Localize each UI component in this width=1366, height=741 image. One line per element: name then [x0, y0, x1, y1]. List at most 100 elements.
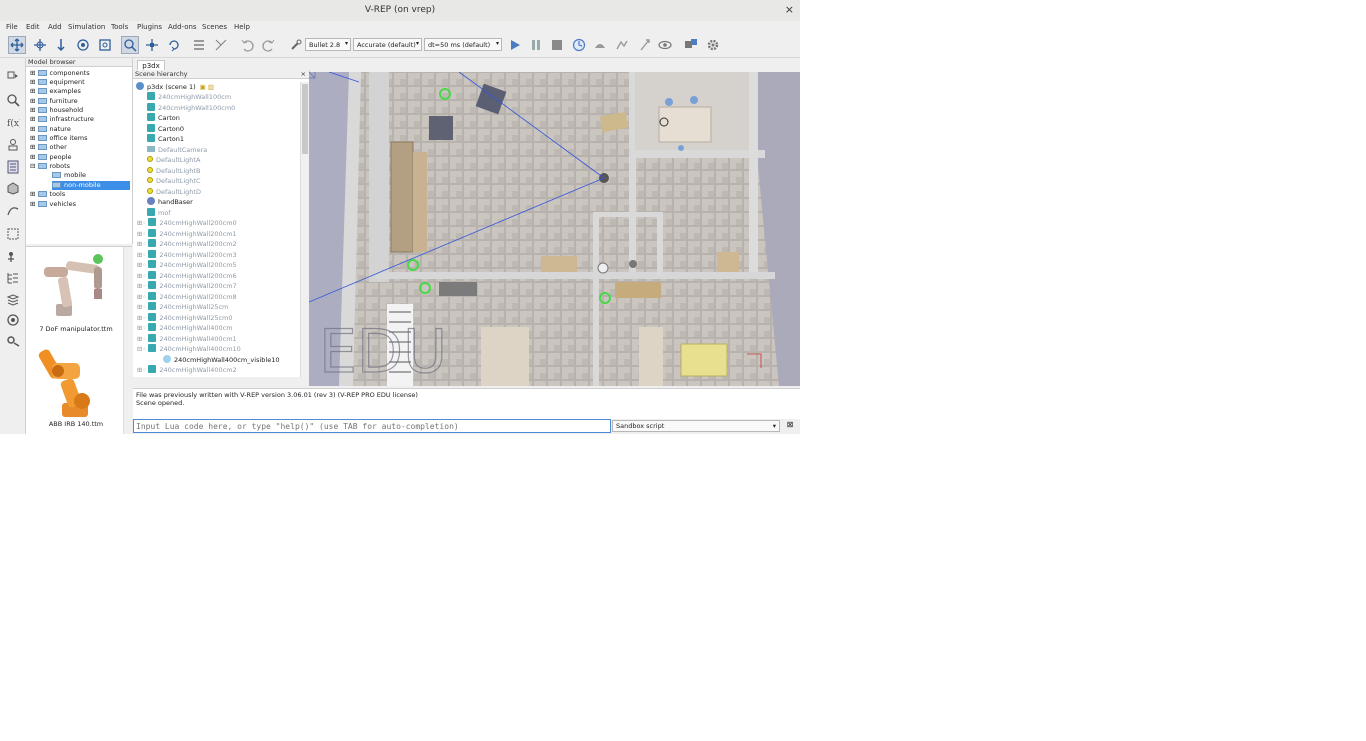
tree-item-tools[interactable]: ⊞ tools — [30, 190, 65, 199]
hierarchy-item[interactable]: Carton1 — [147, 134, 184, 144]
tree-item-household[interactable]: ⊞ household — [30, 106, 83, 115]
path-edit-icon[interactable] — [4, 201, 22, 219]
tree-item-equipment[interactable]: ⊞ equipment — [30, 78, 85, 87]
tree-item-nature[interactable]: ⊞ nature — [30, 125, 71, 134]
hierarchy-item[interactable]: ⊞◦ 240cmHighWall200cm1 — [137, 228, 237, 239]
tree-expander-icon[interactable]: ⊞ — [30, 115, 38, 123]
tree-expander-icon[interactable]: ⊞ — [30, 200, 38, 208]
tree-expander-icon[interactable]: ⊞◦ — [137, 335, 148, 343]
hierarchy-item[interactable]: DefaultLightC — [147, 176, 201, 186]
tree-item-vehicles[interactable]: ⊞ vehicles — [30, 200, 76, 209]
tree-expander-icon[interactable]: ⊞◦ — [137, 272, 148, 280]
thumbnail-scrollbar[interactable] — [123, 247, 132, 434]
hierarchy-item[interactable]: ⊞◦ 240cmHighWall400cm1 — [137, 333, 237, 344]
hierarchy-scroll-thumb[interactable] — [302, 84, 308, 154]
tree-expander-icon[interactable]: ⊟ — [30, 162, 38, 170]
hierarchy-item[interactable]: ⊞◦ 240cmHighWall25cm — [137, 302, 228, 312]
calculation-modules-icon[interactable]: f(x) — [4, 113, 22, 131]
play-icon[interactable] — [506, 36, 524, 54]
tree-expander-icon[interactable]: ⊞◦ — [137, 303, 148, 311]
zoom-magnifier-icon[interactable] — [4, 91, 22, 109]
scene-viewport[interactable]: EDU — [309, 72, 800, 386]
hierarchy-item[interactable]: 240cmHighWall100cm — [147, 92, 231, 102]
slow-down-icon[interactable] — [591, 36, 609, 54]
assembly-icon[interactable] — [190, 36, 208, 54]
hierarchy-item[interactable]: ⊞◦ 240cmHighWall200cm3 — [137, 249, 237, 260]
tree-expander-icon[interactable]: ⊞◦ — [137, 230, 148, 238]
shape-edit-icon[interactable] — [4, 179, 22, 197]
accuracy-select[interactable]: Accurate (default) ▾ — [353, 38, 422, 51]
model-browser-toggle-icon[interactable] — [4, 248, 22, 266]
tree-expander-icon[interactable]: ⊞◦ — [137, 240, 148, 248]
speed-up-icon[interactable] — [613, 36, 631, 54]
scene-root[interactable]: p3dx (scene 1) ▣ ▥ — [136, 82, 214, 92]
hierarchy-item[interactable]: 240cmHighWall100cm0 — [147, 102, 235, 113]
hierarchy-item[interactable]: Carton — [147, 113, 180, 123]
realtime-clock-icon[interactable] — [570, 36, 588, 54]
hierarchy-item[interactable]: ⊞◦ 240cmHighWall200cm8 — [137, 291, 237, 302]
tree-expander-icon[interactable]: ⊞◦ — [137, 282, 148, 290]
tree-item-furniture[interactable]: ⊞ furniture — [30, 97, 78, 106]
menu-scenes[interactable]: Scenes — [202, 23, 227, 31]
undo-icon[interactable] — [238, 36, 256, 54]
tree-item-office-items[interactable]: ⊞ office items — [30, 134, 88, 143]
layers-icon[interactable] — [4, 290, 22, 308]
hierarchy-item[interactable]: DefaultLightB — [147, 166, 200, 176]
hierarchy-scrollbar[interactable] — [300, 82, 309, 377]
engine-wrench-icon[interactable] — [287, 36, 305, 54]
model-thumbnail-7dof[interactable] — [36, 249, 116, 327]
camera-angle-icon[interactable] — [74, 36, 92, 54]
fit-to-view-icon[interactable] — [96, 36, 114, 54]
hierarchy-item[interactable]: Carton0 — [147, 123, 184, 134]
tree-expander-icon[interactable]: ⊞ — [30, 134, 38, 142]
tree-item-people[interactable]: ⊞ people — [30, 153, 72, 162]
tree-item-examples[interactable]: ⊞ examples — [30, 87, 81, 96]
scene-hierarchy-toggle-icon[interactable] — [4, 269, 22, 287]
click-select-icon[interactable] — [121, 36, 139, 54]
tree-expander-icon[interactable]: ⊞ — [30, 87, 38, 95]
menu-plugins[interactable]: Plugins — [137, 23, 162, 31]
thread-rendering-icon[interactable] — [636, 36, 654, 54]
hierarchy-item[interactable]: ⊞◦ 240cmHighWall25cm0 — [137, 312, 233, 323]
simulation-settings-icon[interactable] — [4, 66, 22, 84]
object-shift-icon[interactable] — [143, 36, 161, 54]
visualization-eye-icon[interactable] — [656, 36, 674, 54]
model-thumbnail-abb-irb140[interactable] — [34, 343, 114, 421]
physics-engine-select[interactable]: Bullet 2.8 ▾ — [305, 38, 351, 51]
tree-expander-icon[interactable]: ⊞◦ — [137, 219, 148, 227]
redo-icon[interactable] — [260, 36, 278, 54]
video-recorder-icon[interactable] — [4, 311, 22, 329]
tree-item-infrastructure[interactable]: ⊞ infrastructure — [30, 115, 94, 124]
tree-expander-icon[interactable]: ⊞ — [30, 153, 38, 161]
menu-tools[interactable]: Tools — [111, 23, 128, 31]
tree-expander-icon[interactable]: ⊞ — [30, 106, 38, 114]
stop-icon[interactable] — [548, 36, 566, 54]
tree-expander-icon[interactable]: ⊞◦ — [137, 251, 148, 259]
hierarchy-item[interactable]: DefaultLightD — [147, 187, 201, 197]
scene-objects-icon[interactable] — [682, 36, 700, 54]
hierarchy-item[interactable]: ⊟◦ 240cmHighWall400cm10 — [137, 344, 241, 354]
hierarchy-item[interactable]: mof — [147, 207, 171, 218]
object-rotate-icon[interactable] — [165, 36, 183, 54]
hierarchy-item[interactable]: DefaultLightA — [147, 155, 200, 165]
tree-expander-icon[interactable]: ⊞ — [30, 78, 38, 86]
selection-icon[interactable] — [4, 225, 22, 243]
scripts-icon[interactable] — [4, 158, 22, 176]
tree-item-components[interactable]: ⊞ components — [30, 69, 90, 78]
menu-simulation[interactable]: Simulation — [68, 23, 105, 31]
script-selector[interactable]: Sandbox script ▾ — [612, 420, 780, 432]
hierarchy-item[interactable]: ⊞◦ 240cmHighWall200cm0 — [137, 218, 237, 228]
hierarchy-item[interactable]: ⊞◦ 240cmHighWall400cm2 — [137, 365, 237, 375]
tree-expander-icon[interactable]: ⊞◦ — [137, 261, 148, 269]
tree-item-other[interactable]: ⊞ other — [30, 143, 67, 152]
tree-expander-icon[interactable]: ⊞ — [30, 125, 38, 133]
hierarchy-item[interactable]: ⊞◦ 240cmHighWall400cm — [137, 323, 233, 333]
hierarchy-item[interactable]: handBaser — [147, 197, 193, 207]
menu-help[interactable]: Help — [234, 23, 250, 31]
tree-item-mobile[interactable]: mobile — [52, 171, 86, 180]
close-icon[interactable]: × — [301, 70, 306, 78]
camera-pan-icon[interactable] — [8, 36, 26, 54]
tree-expander-icon[interactable]: ⊞ — [30, 69, 38, 77]
tree-expander-icon[interactable]: ⊟◦ — [137, 345, 148, 353]
collections-icon[interactable] — [4, 136, 22, 154]
